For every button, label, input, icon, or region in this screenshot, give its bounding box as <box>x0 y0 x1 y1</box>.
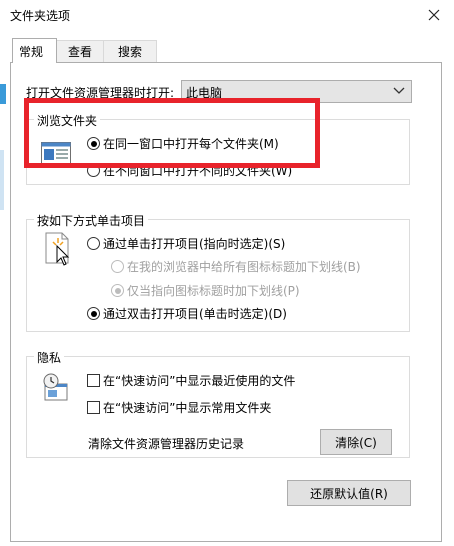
radio-new-window[interactable] <box>87 164 100 177</box>
browse-folders-title: 浏览文件夹 <box>34 112 101 129</box>
checkbox-recent-files-label: 在“快速访问”中显示最近使用的文件 <box>103 374 296 388</box>
clear-history-button[interactable]: 清除(C) <box>320 429 392 455</box>
window-title: 文件夹选项 <box>10 9 71 23</box>
privacy-title: 隐私 <box>34 349 65 366</box>
folder-window-icon <box>41 142 71 164</box>
tab-general-label: 常规 <box>19 44 44 59</box>
background-window-edge <box>0 84 6 104</box>
background-window-edge <box>0 150 4 210</box>
radio-underline-all-label: 在我的浏览器中给所有图标标题加下划线(B) <box>127 260 361 274</box>
radio-underline-all[interactable] <box>111 260 124 273</box>
radio-same-window-label: 在同一窗口中打开每个文件夹(M) <box>103 137 279 151</box>
checkbox-recent-files[interactable] <box>87 374 100 387</box>
radio-single-click[interactable] <box>87 237 100 250</box>
checkbox-frequent-folders-label: 在“快速访问”中显示常用文件夹 <box>103 401 272 415</box>
click-items-title: 按如下方式单击项目 <box>34 212 149 229</box>
tab-search-label: 搜索 <box>117 45 142 59</box>
checkbox-frequent-folders[interactable] <box>87 401 100 414</box>
radio-new-window-label: 在不同窗口中打开不同的文件夹(W) <box>103 164 293 178</box>
tab-view[interactable]: 查看 <box>56 40 104 62</box>
single-click-cursor-icon <box>45 232 70 266</box>
open-explorer-value: 此电脑 <box>186 86 223 100</box>
close-button[interactable] <box>414 0 454 30</box>
close-icon <box>428 9 440 21</box>
radio-same-window[interactable] <box>87 137 100 150</box>
tab-general[interactable]: 常规 <box>12 38 57 63</box>
tab-search[interactable]: 搜索 <box>103 40 157 62</box>
chevron-down-icon <box>393 87 405 94</box>
radio-underline-hover-label: 仅当指向图标标题时加下划线(P) <box>127 284 300 298</box>
radio-double-click-label: 通过双击打开项目(单击时选定)(D) <box>103 307 287 321</box>
radio-double-click[interactable] <box>87 307 100 320</box>
tab-view-label: 查看 <box>67 45 92 59</box>
clear-history-label: 清除文件资源管理器历史记录 <box>88 437 245 451</box>
radio-single-click-label: 通过单击打开项目(指向时选定)(S) <box>103 237 286 251</box>
radio-underline-hover[interactable] <box>111 284 124 297</box>
restore-defaults-button[interactable]: 还原默认值(R) <box>287 480 411 506</box>
open-explorer-label: 打开文件资源管理器时打开: <box>26 86 175 100</box>
privacy-clock-icon <box>43 373 68 401</box>
